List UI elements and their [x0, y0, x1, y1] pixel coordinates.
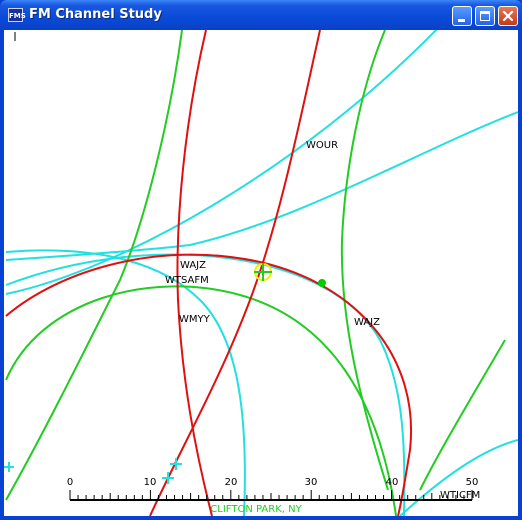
app-window: FMS FM Channel Study WOUR WAJZ WTSAFM WM… — [0, 0, 522, 520]
title-bar[interactable]: FMS FM Channel Study — [0, 0, 522, 30]
contour-cyan-arc-mid — [5, 111, 518, 261]
maximize-button[interactable] — [475, 6, 495, 26]
contour-cyan-bottom-right — [399, 439, 518, 516]
scale-label-50: 50 — [466, 477, 479, 488]
contour-cyan-arc-top — [5, 30, 438, 295]
marker-green-dot[interactable] — [318, 279, 326, 287]
contour-green-upper-right — [340, 30, 389, 491]
scale-label-30: 30 — [305, 477, 318, 488]
scale-label-10: 10 — [144, 477, 157, 488]
minimize-icon — [458, 19, 465, 22]
location-label: CLIFTON PARK, NY — [210, 504, 302, 515]
close-button[interactable] — [498, 6, 518, 26]
station-label: WAJZ — [180, 260, 206, 271]
distance-scale: 0 10 20 30 40 50 — [67, 477, 479, 501]
scale-label-20: 20 — [225, 477, 238, 488]
station-labels: WOUR WAJZ WTSAFM WMYY WAJZ WTICFM — [165, 140, 480, 501]
window-title: FM Channel Study — [29, 7, 162, 22]
station-label: WAJZ — [354, 317, 380, 328]
marker-study-site[interactable] — [254, 263, 272, 281]
channel-study-map[interactable]: WOUR WAJZ WTSAFM WMYY WAJZ WTICFM 0 10 2… — [4, 30, 518, 516]
maximize-icon — [480, 11, 490, 21]
contour-red-left — [176, 30, 213, 516]
station-label: WOUR — [306, 140, 338, 151]
station-label: WTSAFM — [165, 275, 209, 286]
scale-label-40: 40 — [386, 477, 399, 488]
station-label: WMYY — [179, 314, 211, 325]
red-contours — [5, 30, 413, 516]
app-icon[interactable]: FMS — [8, 8, 26, 22]
scale-label-0: 0 — [67, 477, 73, 488]
close-icon — [502, 10, 514, 22]
minimize-button[interactable] — [452, 6, 472, 26]
map-canvas[interactable]: WOUR WAJZ WTSAFM WMYY WAJZ WTICFM 0 10 2… — [4, 30, 518, 516]
